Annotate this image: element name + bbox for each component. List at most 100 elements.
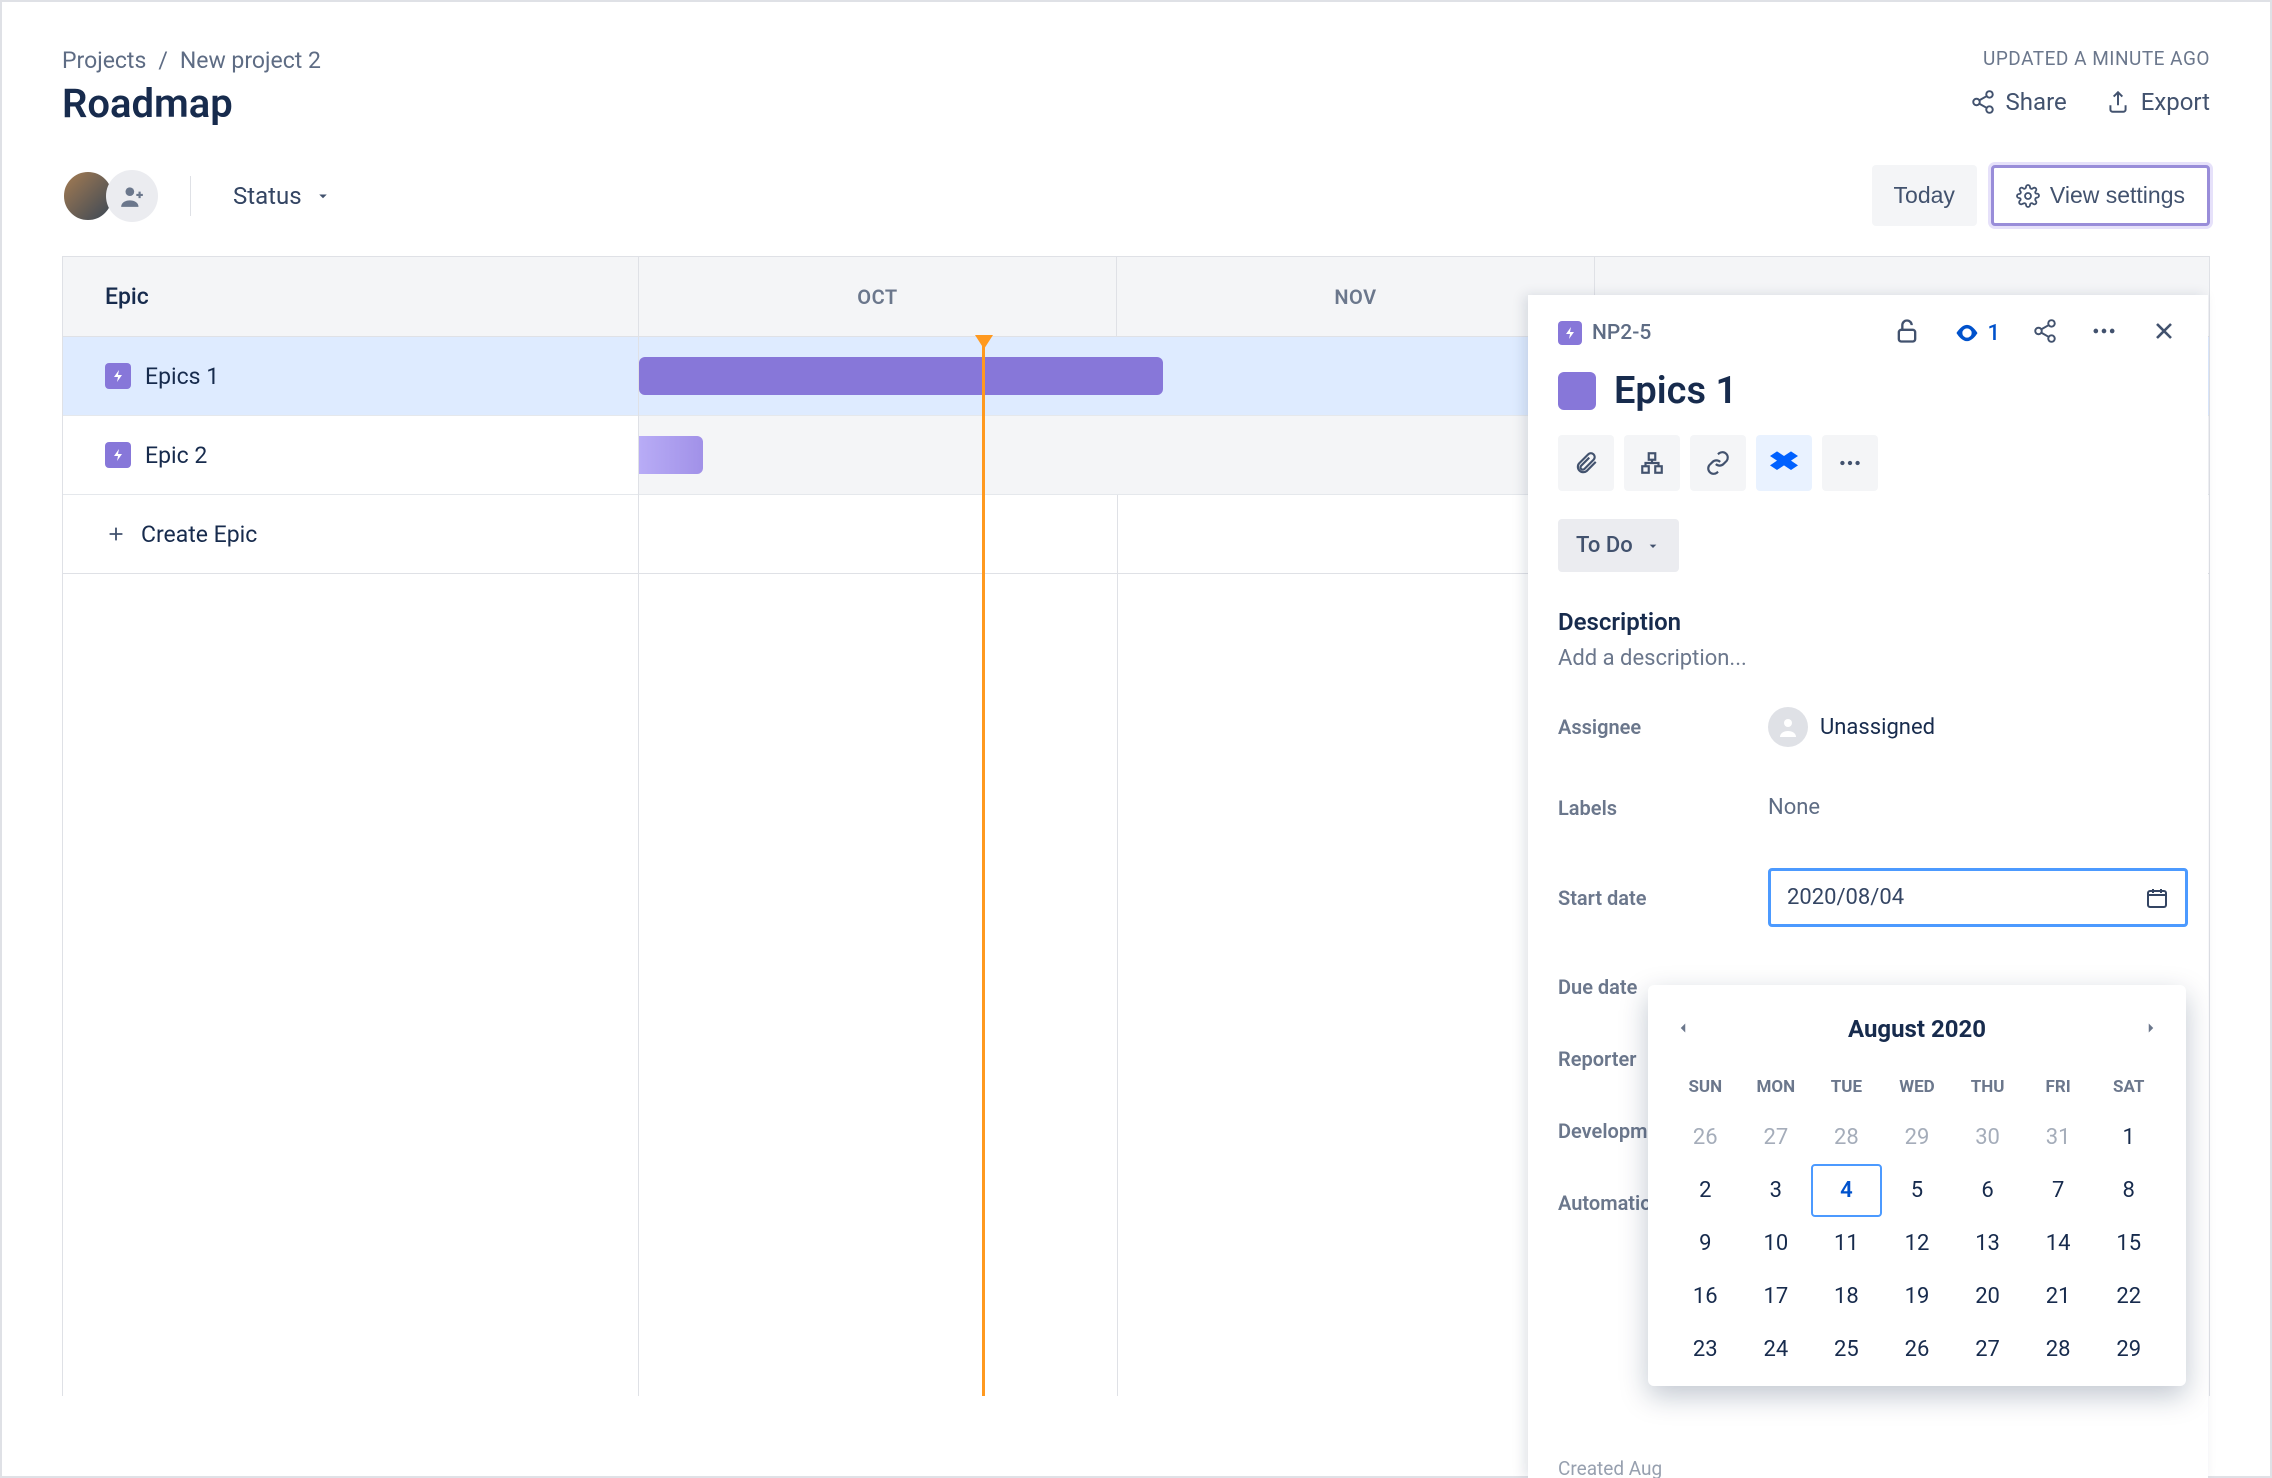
child-issues-button[interactable]	[1624, 435, 1680, 491]
gear-icon	[2016, 184, 2040, 208]
dots-icon	[1837, 450, 1863, 476]
view-settings-button[interactable]: View settings	[1991, 165, 2210, 226]
more-actions-button[interactable]	[1822, 435, 1878, 491]
calendar-day[interactable]: 2	[1670, 1164, 1741, 1217]
breadcrumb-project[interactable]: New project 2	[180, 47, 321, 74]
calendar-day[interactable]: 25	[1811, 1323, 1882, 1376]
eye-icon	[1953, 319, 1981, 347]
calendar-day[interactable]: 7	[2023, 1164, 2094, 1217]
issue-reference[interactable]: NP2-5	[1558, 321, 1651, 345]
epic-icon	[105, 442, 131, 468]
calendar-day[interactable]: 4	[1811, 1164, 1882, 1217]
calendar-day[interactable]: 16	[1670, 1270, 1741, 1323]
calendar-day[interactable]: 29	[1882, 1111, 1953, 1164]
calendar-day[interactable]: 6	[1952, 1164, 2023, 1217]
export-button[interactable]: Export	[2105, 88, 2210, 116]
calendar-day[interactable]: 8	[2093, 1164, 2164, 1217]
status-button[interactable]: To Do	[1558, 519, 1679, 572]
next-month-button[interactable]	[2138, 1011, 2164, 1047]
month-column: OCT	[639, 257, 1117, 336]
calendar-day[interactable]: 3	[1741, 1164, 1812, 1217]
calendar-day[interactable]: 26	[1882, 1323, 1953, 1376]
create-epic-button[interactable]: Create Epic	[63, 495, 638, 574]
calendar-day[interactable]: 30	[1952, 1111, 2023, 1164]
calendar-dow: SUN	[1670, 1069, 1741, 1111]
export-icon	[2105, 89, 2131, 115]
calendar-day[interactable]: 9	[1670, 1217, 1741, 1270]
calendar-day[interactable]: 5	[1882, 1164, 1953, 1217]
calendar-day[interactable]: 22	[2093, 1270, 2164, 1323]
calendar-day[interactable]: 12	[1882, 1217, 1953, 1270]
calendar-day[interactable]: 11	[1811, 1217, 1882, 1270]
epic-icon	[1558, 321, 1582, 345]
start-date-input[interactable]: 2020/08/04	[1768, 868, 2188, 927]
epic-icon	[105, 363, 131, 389]
calendar-day[interactable]: 17	[1741, 1270, 1812, 1323]
calendar-day[interactable]: 19	[1882, 1270, 1953, 1323]
epic-bar[interactable]	[639, 357, 1163, 395]
more-icon[interactable]	[2090, 317, 2118, 349]
calendar-title: August 2020	[1848, 1015, 1986, 1043]
chevron-down-icon	[1645, 538, 1661, 554]
chevron-down-icon	[314, 187, 332, 205]
status-dropdown[interactable]: Status	[223, 176, 342, 216]
calendar-day[interactable]: 27	[1952, 1323, 2023, 1376]
calendar-day[interactable]: 1	[2093, 1111, 2164, 1164]
dropbox-button[interactable]	[1756, 435, 1812, 491]
calendar-day[interactable]: 27	[1741, 1111, 1812, 1164]
avatar-icon	[1768, 707, 1808, 747]
labels-field[interactable]: None	[1768, 795, 2188, 820]
prev-month-button[interactable]	[1670, 1011, 1696, 1047]
epic-row[interactable]: Epic 2	[63, 416, 638, 495]
field-label-labels: Labels	[1558, 796, 1768, 820]
epic-bar[interactable]	[639, 436, 703, 474]
page-title: Roadmap	[62, 80, 321, 127]
calendar-day[interactable]: 31	[2023, 1111, 2094, 1164]
created-text: Created Aug	[1558, 1457, 1662, 1478]
calendar-day[interactable]: 15	[2093, 1217, 2164, 1270]
assignee-field[interactable]: Unassigned	[1768, 707, 2188, 747]
calendar-day[interactable]: 18	[1811, 1270, 1882, 1323]
add-people-button[interactable]	[106, 170, 158, 222]
calendar-day[interactable]: 20	[1952, 1270, 2023, 1323]
description-field[interactable]: Add a description...	[1558, 646, 2178, 671]
today-button[interactable]: Today	[1872, 165, 1977, 226]
epic-title[interactable]: Epics 1	[1614, 369, 1737, 413]
today-marker	[982, 337, 985, 1396]
share-icon[interactable]	[2032, 318, 2058, 348]
breadcrumb-projects[interactable]: Projects	[62, 47, 146, 74]
plus-icon	[105, 523, 127, 545]
calendar-dow: SAT	[2093, 1069, 2164, 1111]
calendar-day[interactable]: 21	[2023, 1270, 2094, 1323]
calendar-day[interactable]: 26	[1670, 1111, 1741, 1164]
share-icon	[1970, 89, 1996, 115]
watchers-button[interactable]: 1	[1953, 319, 2000, 347]
close-icon[interactable]	[2150, 317, 2178, 349]
calendar-dow: TUE	[1811, 1069, 1882, 1111]
date-picker: August 2020 SUNMONTUEWEDTHUFRISAT2627282…	[1648, 985, 2186, 1386]
calendar-day[interactable]: 14	[2023, 1217, 2094, 1270]
calendar-day[interactable]: 23	[1670, 1323, 1741, 1376]
calendar-day[interactable]: 13	[1952, 1217, 2023, 1270]
updated-time: UPDATED A MINUTE AGO	[1970, 47, 2210, 70]
tree-icon	[1639, 450, 1665, 476]
calendar-day[interactable]: 28	[1811, 1111, 1882, 1164]
add-person-icon	[119, 183, 145, 209]
calendar-day[interactable]: 29	[2093, 1323, 2164, 1376]
link-icon	[1705, 450, 1731, 476]
calendar-day[interactable]: 28	[2023, 1323, 2094, 1376]
description-label: Description	[1558, 608, 2178, 636]
calendar-dow: WED	[1882, 1069, 1953, 1111]
epic-color-swatch[interactable]	[1558, 372, 1596, 410]
calendar-dow: THU	[1952, 1069, 2023, 1111]
link-button[interactable]	[1690, 435, 1746, 491]
epic-row[interactable]: Epics 1	[63, 337, 638, 416]
share-button[interactable]: Share	[1970, 88, 2067, 116]
field-label-assignee: Assignee	[1558, 715, 1768, 739]
attach-button[interactable]	[1558, 435, 1614, 491]
calendar-day[interactable]: 10	[1741, 1217, 1812, 1270]
lock-icon[interactable]	[1893, 317, 1921, 349]
calendar-icon	[2145, 886, 2169, 910]
calendar-day[interactable]: 24	[1741, 1323, 1812, 1376]
breadcrumb: Projects / New project 2	[62, 47, 321, 74]
